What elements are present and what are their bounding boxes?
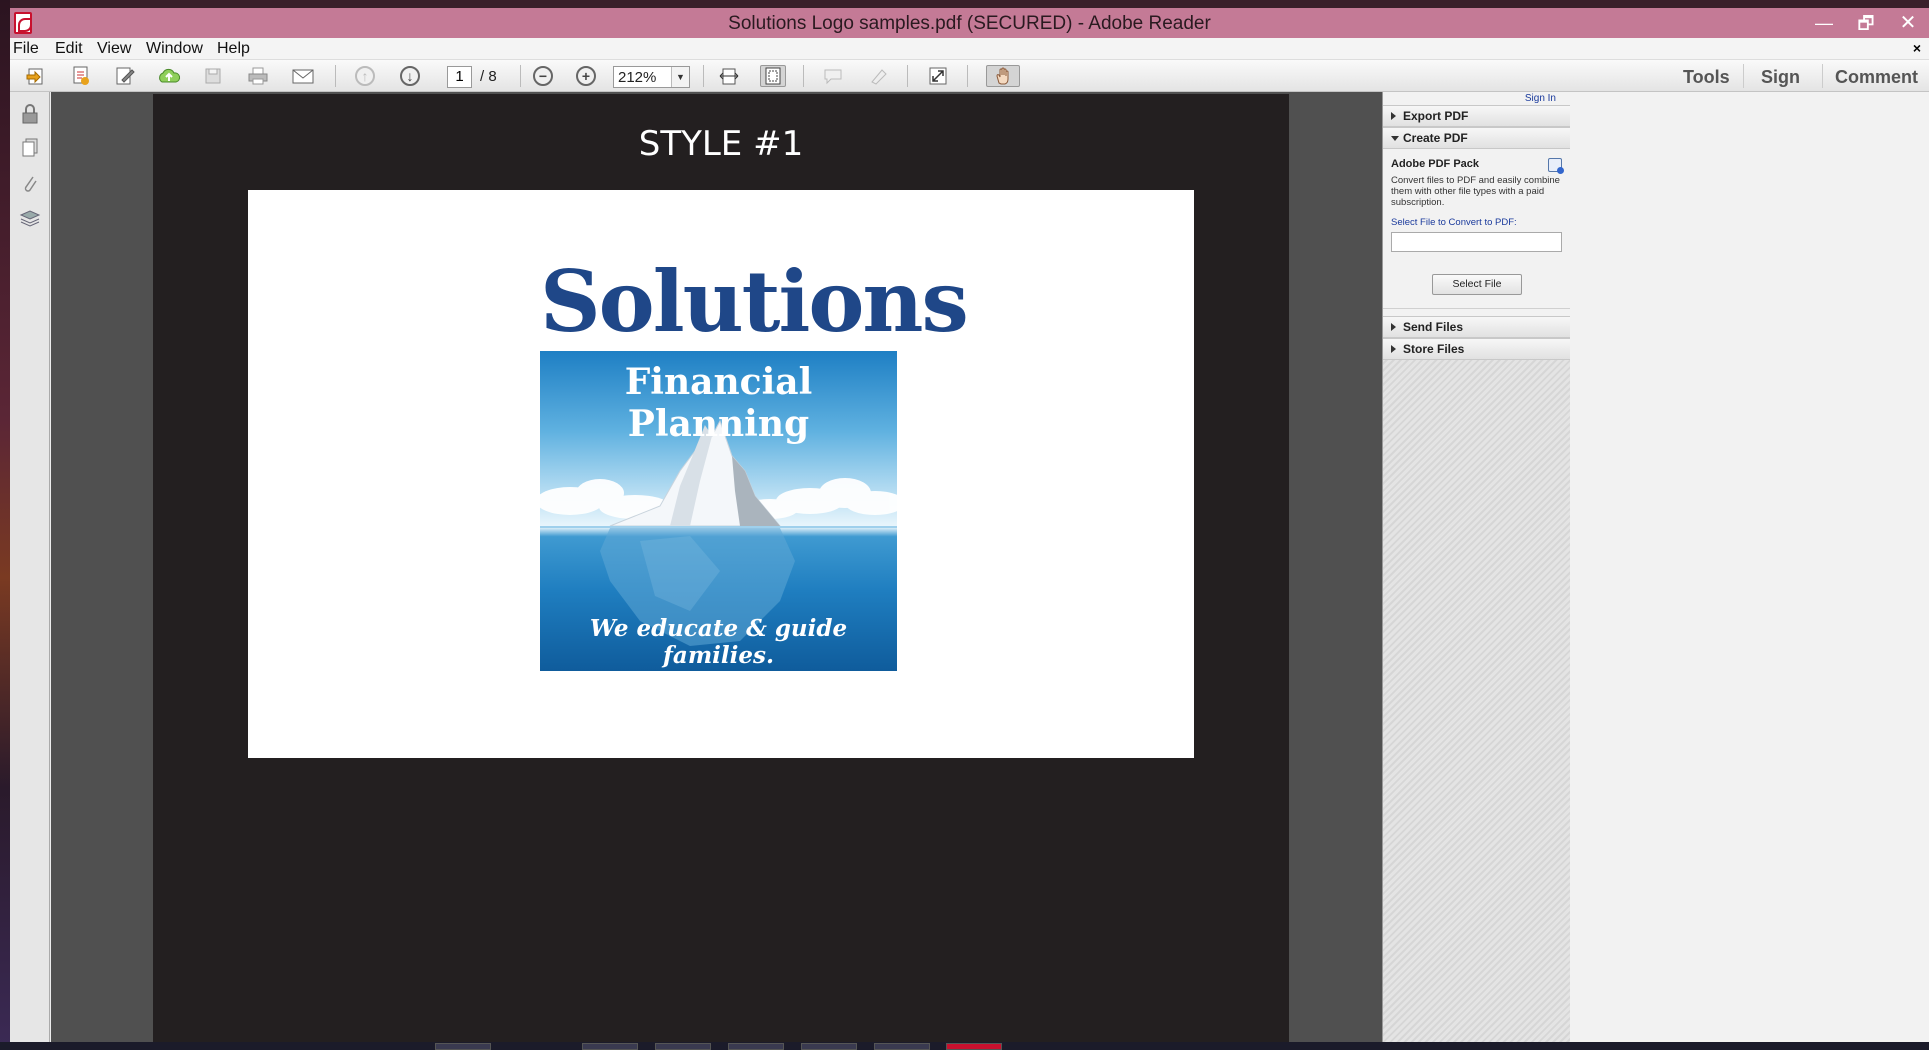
tools-pane: Sign In Export PDF Create PDF Adobe PDF … <box>1382 92 1929 1042</box>
highlight-icon[interactable] <box>865 65 891 87</box>
section-label: Create PDF <box>1403 131 1468 145</box>
attachments-icon[interactable] <box>18 172 42 196</box>
chevron-down-icon[interactable]: ▼ <box>671 67 689 87</box>
pdf-pack-icon[interactable] <box>1548 158 1564 174</box>
comment-pane-button[interactable]: Comment <box>1835 67 1918 88</box>
pdf-page: STYLE #1 Solutions Financial Planning We… <box>153 94 1289 1042</box>
logo-tagline: We educate & guide families. <box>589 615 848 669</box>
edit-pdf-icon[interactable] <box>112 65 138 87</box>
pdf-pack-title: Adobe PDF Pack <box>1391 158 1480 170</box>
window-title: Solutions Logo samples.pdf (SECURED) - A… <box>728 13 1211 34</box>
expand-icon <box>1391 112 1396 120</box>
section-label: Export PDF <box>1403 109 1469 123</box>
page-number-input[interactable]: 1 <box>447 66 472 88</box>
toolbar-separator <box>1743 64 1744 88</box>
close-document-button[interactable]: × <box>1913 40 1921 56</box>
toolbar-separator <box>520 65 521 87</box>
taskbar-app[interactable] <box>801 1043 857 1050</box>
arrow-up-icon: ↑ <box>355 66 375 86</box>
logo-wordmark: Solutions <box>540 252 969 351</box>
maximize-button[interactable]: 🗗 <box>1845 8 1887 38</box>
print-icon[interactable] <box>245 65 271 87</box>
arrow-down-icon: ↓ <box>400 66 420 86</box>
email-icon[interactable] <box>290 65 316 87</box>
page-total: / 8 <box>480 68 497 85</box>
tools-pane-button[interactable]: Tools <box>1683 67 1730 88</box>
section-store-files[interactable]: Store Files <box>1383 338 1570 360</box>
file-path-input[interactable] <box>1391 232 1562 252</box>
upload-cloud-icon[interactable] <box>156 65 182 87</box>
sign-in-link[interactable]: Sign In <box>1525 93 1556 104</box>
page-heading: STYLE #1 <box>638 124 804 164</box>
comment-bubble-icon[interactable] <box>820 65 846 87</box>
select-file-button[interactable]: Select File <box>1432 274 1522 295</box>
section-send-files[interactable]: Send Files <box>1383 316 1570 338</box>
layers-icon[interactable] <box>18 206 42 230</box>
page-thumbnails-icon[interactable] <box>18 136 42 160</box>
taskbar <box>0 1042 1929 1050</box>
previous-page-button[interactable]: ↑ <box>352 65 378 87</box>
navigation-panel <box>10 92 50 1042</box>
section-export-pdf[interactable]: Export PDF <box>1383 105 1570 127</box>
menu-bar: File Edit View Window Help × <box>10 38 1929 60</box>
expand-icon <box>1391 345 1396 353</box>
toolbar-separator <box>967 65 968 87</box>
select-file-label: Select File to Convert to PDF: <box>1391 217 1517 228</box>
toolbar-separator <box>1822 64 1823 88</box>
minimize-button[interactable]: — <box>1803 8 1845 38</box>
menu-view[interactable]: View <box>97 40 131 58</box>
logo-image: Financial Planning We educate & guide fa… <box>540 351 897 671</box>
menu-help[interactable]: Help <box>217 40 250 58</box>
zoom-in-button[interactable]: + <box>573 65 599 87</box>
logo-subtitle: Financial Planning <box>624 361 813 445</box>
lock-icon[interactable] <box>18 102 42 126</box>
hand-tool-icon[interactable] <box>986 65 1020 87</box>
zoom-out-button[interactable]: − <box>530 65 556 87</box>
fit-page-icon[interactable] <box>760 65 786 87</box>
logo-slide: Solutions Financial Planning We educate … <box>248 190 1194 758</box>
create-pdf-icon[interactable] <box>68 65 94 87</box>
taskbar-app-adobe-reader[interactable] <box>946 1043 1002 1050</box>
divider <box>1383 308 1570 309</box>
save-icon[interactable] <box>200 65 226 87</box>
full-screen-icon[interactable] <box>925 65 951 87</box>
toolbar-separator <box>335 65 336 87</box>
adobe-reader-window: Solutions Logo samples.pdf (SECURED) - A… <box>10 8 1929 1042</box>
toolbar-separator <box>803 65 804 87</box>
close-button[interactable]: ✕ <box>1887 8 1929 38</box>
zoom-value: 212% <box>618 69 657 86</box>
pdf-pack-description: Convert files to PDF and easily combine … <box>1391 175 1560 208</box>
minus-icon: − <box>533 66 553 86</box>
menu-window[interactable]: Window <box>146 40 203 58</box>
fit-width-icon[interactable] <box>716 65 742 87</box>
toolbar: ↑ ↓ 1 / 8 − + 212% ▼ Tools Sign Comment <box>10 60 1929 92</box>
taskbar-app[interactable] <box>874 1043 930 1050</box>
menu-edit[interactable]: Edit <box>55 40 83 58</box>
taskbar-app[interactable] <box>728 1043 784 1050</box>
sign-pane-button[interactable]: Sign <box>1761 67 1800 88</box>
menu-file[interactable]: File <box>13 40 39 58</box>
section-create-pdf[interactable]: Create PDF <box>1383 127 1570 149</box>
title-bar: Solutions Logo samples.pdf (SECURED) - A… <box>10 8 1929 38</box>
pane-background <box>1383 358 1570 1042</box>
section-label: Send Files <box>1403 320 1464 334</box>
taskbar-app[interactable] <box>582 1043 638 1050</box>
plus-icon: + <box>576 66 596 86</box>
document-view[interactable]: STYLE #1 Solutions Financial Planning We… <box>51 92 1391 1042</box>
toolbar-separator <box>907 65 908 87</box>
zoom-select[interactable]: 212% ▼ <box>613 66 690 88</box>
collapse-icon <box>1391 136 1399 141</box>
expand-icon <box>1391 323 1396 331</box>
section-label: Store Files <box>1403 342 1465 356</box>
main-area: STYLE #1 Solutions Financial Planning We… <box>10 92 1929 1042</box>
taskbar-app[interactable] <box>435 1043 491 1050</box>
toolbar-separator <box>703 65 704 87</box>
taskbar-app[interactable] <box>655 1043 711 1050</box>
next-page-button[interactable]: ↓ <box>397 65 423 87</box>
tools-pane-content: Sign In Export PDF Create PDF Adobe PDF … <box>1383 92 1570 1042</box>
desktop-background <box>0 0 10 1050</box>
open-icon[interactable] <box>23 65 49 87</box>
